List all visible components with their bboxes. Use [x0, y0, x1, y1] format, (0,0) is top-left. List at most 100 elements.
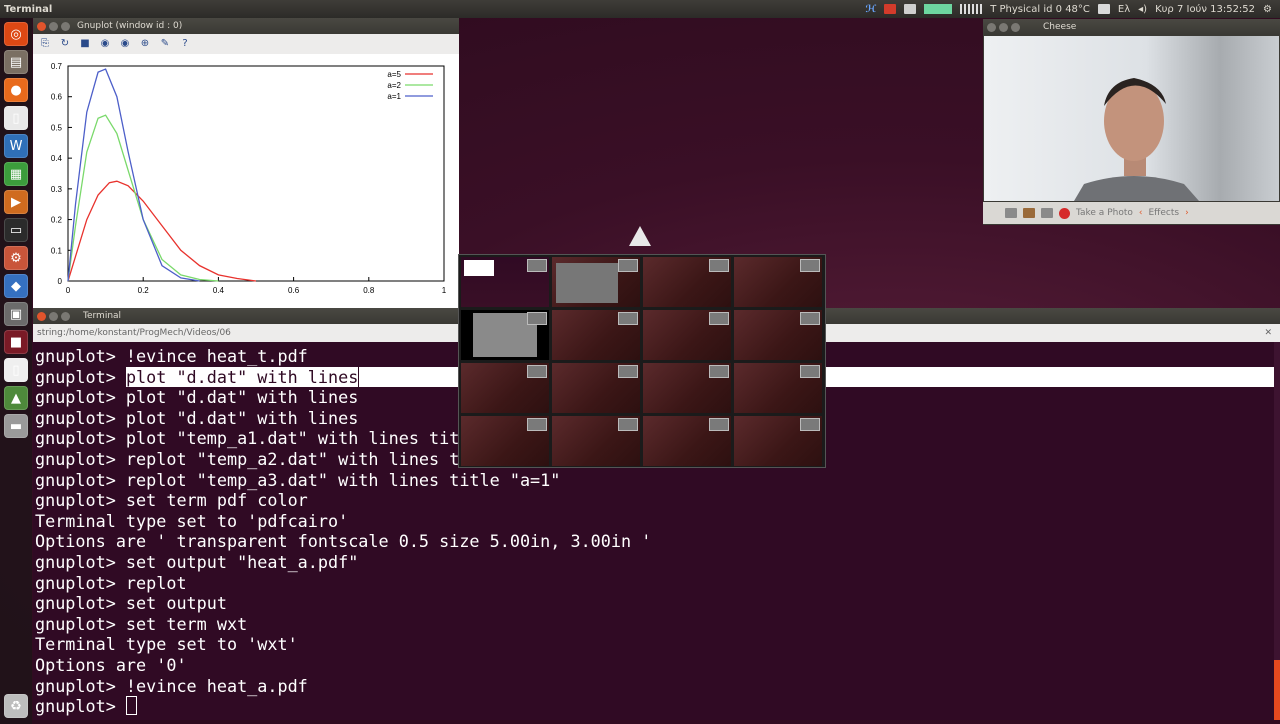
workspace-close-icon[interactable] [800, 418, 820, 431]
workspace-tile[interactable] [461, 416, 549, 466]
minimize-button[interactable] [49, 21, 58, 31]
maximize-button[interactable] [61, 21, 70, 31]
cheese-titlebar[interactable]: Cheese [983, 19, 1280, 35]
workspace-tile[interactable] [552, 363, 640, 413]
zoom-prev-icon[interactable]: ◉ [99, 38, 111, 50]
workspace-close-icon[interactable] [618, 365, 638, 378]
workspace-close-icon[interactable] [709, 418, 729, 431]
grid-icon[interactable]: ■ [79, 38, 91, 50]
sensor-readout[interactable]: T Physical id 0 48°C [990, 4, 1090, 15]
terminal-cursor[interactable] [125, 696, 137, 716]
workspace-tile[interactable] [643, 363, 731, 413]
y-tick-label: 0.3 [51, 185, 63, 194]
image-viewer-icon[interactable]: ▲ [4, 386, 28, 410]
clock[interactable]: Κυρ 7 Ιούν 13:52:52 [1155, 4, 1255, 15]
document-icon[interactable]: ▯ [4, 106, 28, 130]
close-button[interactable] [37, 311, 46, 321]
workspace-tile[interactable] [552, 310, 640, 360]
workspace-close-icon[interactable] [800, 365, 820, 378]
calc-icon[interactable]: ▦ [4, 162, 28, 186]
workspace-tile[interactable] [461, 310, 549, 360]
workspace-close-icon[interactable] [800, 259, 820, 272]
maximize-button[interactable] [1011, 22, 1020, 32]
workspace-tile[interactable] [552, 416, 640, 466]
power-gear-icon[interactable]: ⚙ [1263, 4, 1272, 15]
maximize-button[interactable] [61, 311, 70, 321]
workspace-close-icon[interactable] [618, 259, 638, 272]
close-button[interactable] [37, 21, 46, 31]
text-editor-icon[interactable]: ▯ [4, 358, 28, 382]
display-icon[interactable] [904, 4, 917, 14]
workspace-tile[interactable] [734, 257, 822, 307]
software-center-icon[interactable]: ◆ [4, 274, 28, 298]
maroon-app-icon[interactable]: ■ [4, 330, 28, 354]
bars-graph-icon[interactable] [960, 4, 983, 14]
workspace-close-icon[interactable] [527, 418, 547, 431]
network-icon[interactable] [1097, 4, 1110, 14]
volume-icon[interactable]: ◂) [1138, 4, 1147, 15]
workspace-close-icon[interactable] [709, 259, 729, 272]
workspace-close-icon[interactable] [800, 312, 820, 325]
burst-mode-icon[interactable] [1041, 208, 1053, 218]
drive-icon[interactable]: ▬ [4, 414, 28, 438]
workspace-switcher[interactable] [458, 254, 826, 468]
scrollbar-thumb[interactable] [1274, 660, 1280, 720]
video-mode-icon[interactable] [1023, 208, 1035, 218]
hp-icon[interactable]: ℋ [865, 4, 876, 15]
zoom-icon[interactable]: ⊕ [139, 38, 151, 50]
help-icon[interactable]: ? [179, 38, 191, 50]
workspace-close-icon[interactable] [527, 259, 547, 272]
take-photo-button[interactable]: Take a Photo [1076, 208, 1133, 218]
mouse-pointer-icon [629, 226, 651, 246]
workspace-tile[interactable] [643, 416, 731, 466]
writer-icon[interactable]: W [4, 134, 28, 158]
workspace-close-icon[interactable] [527, 365, 547, 378]
terminal-line: Options are ' transparent fontscale 0.5 … [35, 531, 652, 552]
minimize-button[interactable] [999, 22, 1008, 32]
chevron-left-icon[interactable]: ‹ [1139, 208, 1143, 218]
trash-icon[interactable]: ♻ [4, 694, 28, 718]
terminal-icon[interactable]: ▭ [4, 218, 28, 242]
workspace-tile[interactable] [461, 363, 549, 413]
workspace-tile[interactable] [734, 416, 822, 466]
firefox-icon[interactable]: ● [4, 78, 28, 102]
terminal-tab-title[interactable]: string:/home/konstant/ProgMech/Videos/06 [37, 328, 231, 338]
workspace-close-icon[interactable] [709, 365, 729, 378]
record-indicator-icon[interactable] [884, 4, 897, 14]
cpu-graph-icon[interactable] [924, 4, 953, 14]
zoom-next-icon[interactable]: ◉ [119, 38, 131, 50]
close-tab-icon[interactable]: ✕ [1264, 328, 1272, 338]
settings-icon[interactable]: ⚙ [4, 246, 28, 270]
copy-icon[interactable]: ⎘ [39, 38, 51, 50]
workspace-tile[interactable] [643, 310, 731, 360]
terminal-line: gnuplot> set term wxt [35, 613, 248, 634]
gnuplot-titlebar[interactable]: Gnuplot (window id : 0) [33, 18, 459, 34]
workspace-tile[interactable] [734, 363, 822, 413]
workspace-tile[interactable] [734, 310, 822, 360]
files-icon[interactable]: ▤ [4, 50, 28, 74]
gnuplot-window[interactable]: Gnuplot (window id : 0) ⎘ ↻ ■ ◉ ◉ ⊕ ✎? 0 0.2 0.4… [33, 18, 459, 308]
cheese-toolbar: Take a Photo ‹ Effects › [983, 202, 1280, 224]
workspace-tile[interactable] [643, 257, 731, 307]
workspace-close-icon[interactable] [618, 312, 638, 325]
workspaces-icon[interactable]: ▣ [4, 302, 28, 326]
photo-mode-icon[interactable] [1005, 208, 1017, 218]
workspace-tile[interactable] [552, 257, 640, 307]
highlighted-prompt: gnuplot> [35, 366, 126, 387]
replot-icon[interactable]: ↻ [59, 38, 71, 50]
terminal-scrollbar[interactable] [1274, 342, 1280, 720]
impress-icon[interactable]: ▶ [4, 190, 28, 214]
ubuntu-dash-icon[interactable]: ◎ [4, 22, 28, 46]
minimize-button[interactable] [49, 311, 58, 321]
workspace-close-icon[interactable] [527, 312, 547, 325]
cheese-window[interactable]: Cheese Take a Photo ‹ Effects › [983, 19, 1280, 225]
workspace-close-icon[interactable] [709, 312, 729, 325]
workspace-tile[interactable] [461, 257, 549, 307]
workspace-close-icon[interactable] [618, 418, 638, 431]
record-icon[interactable] [1059, 207, 1070, 219]
close-button[interactable] [987, 22, 996, 32]
chevron-right-icon[interactable]: › [1185, 208, 1189, 218]
settings-icon[interactable]: ✎ [159, 38, 171, 50]
effects-button[interactable]: Effects [1148, 208, 1179, 218]
keyboard-indicator[interactable]: Ελ [1118, 4, 1130, 15]
